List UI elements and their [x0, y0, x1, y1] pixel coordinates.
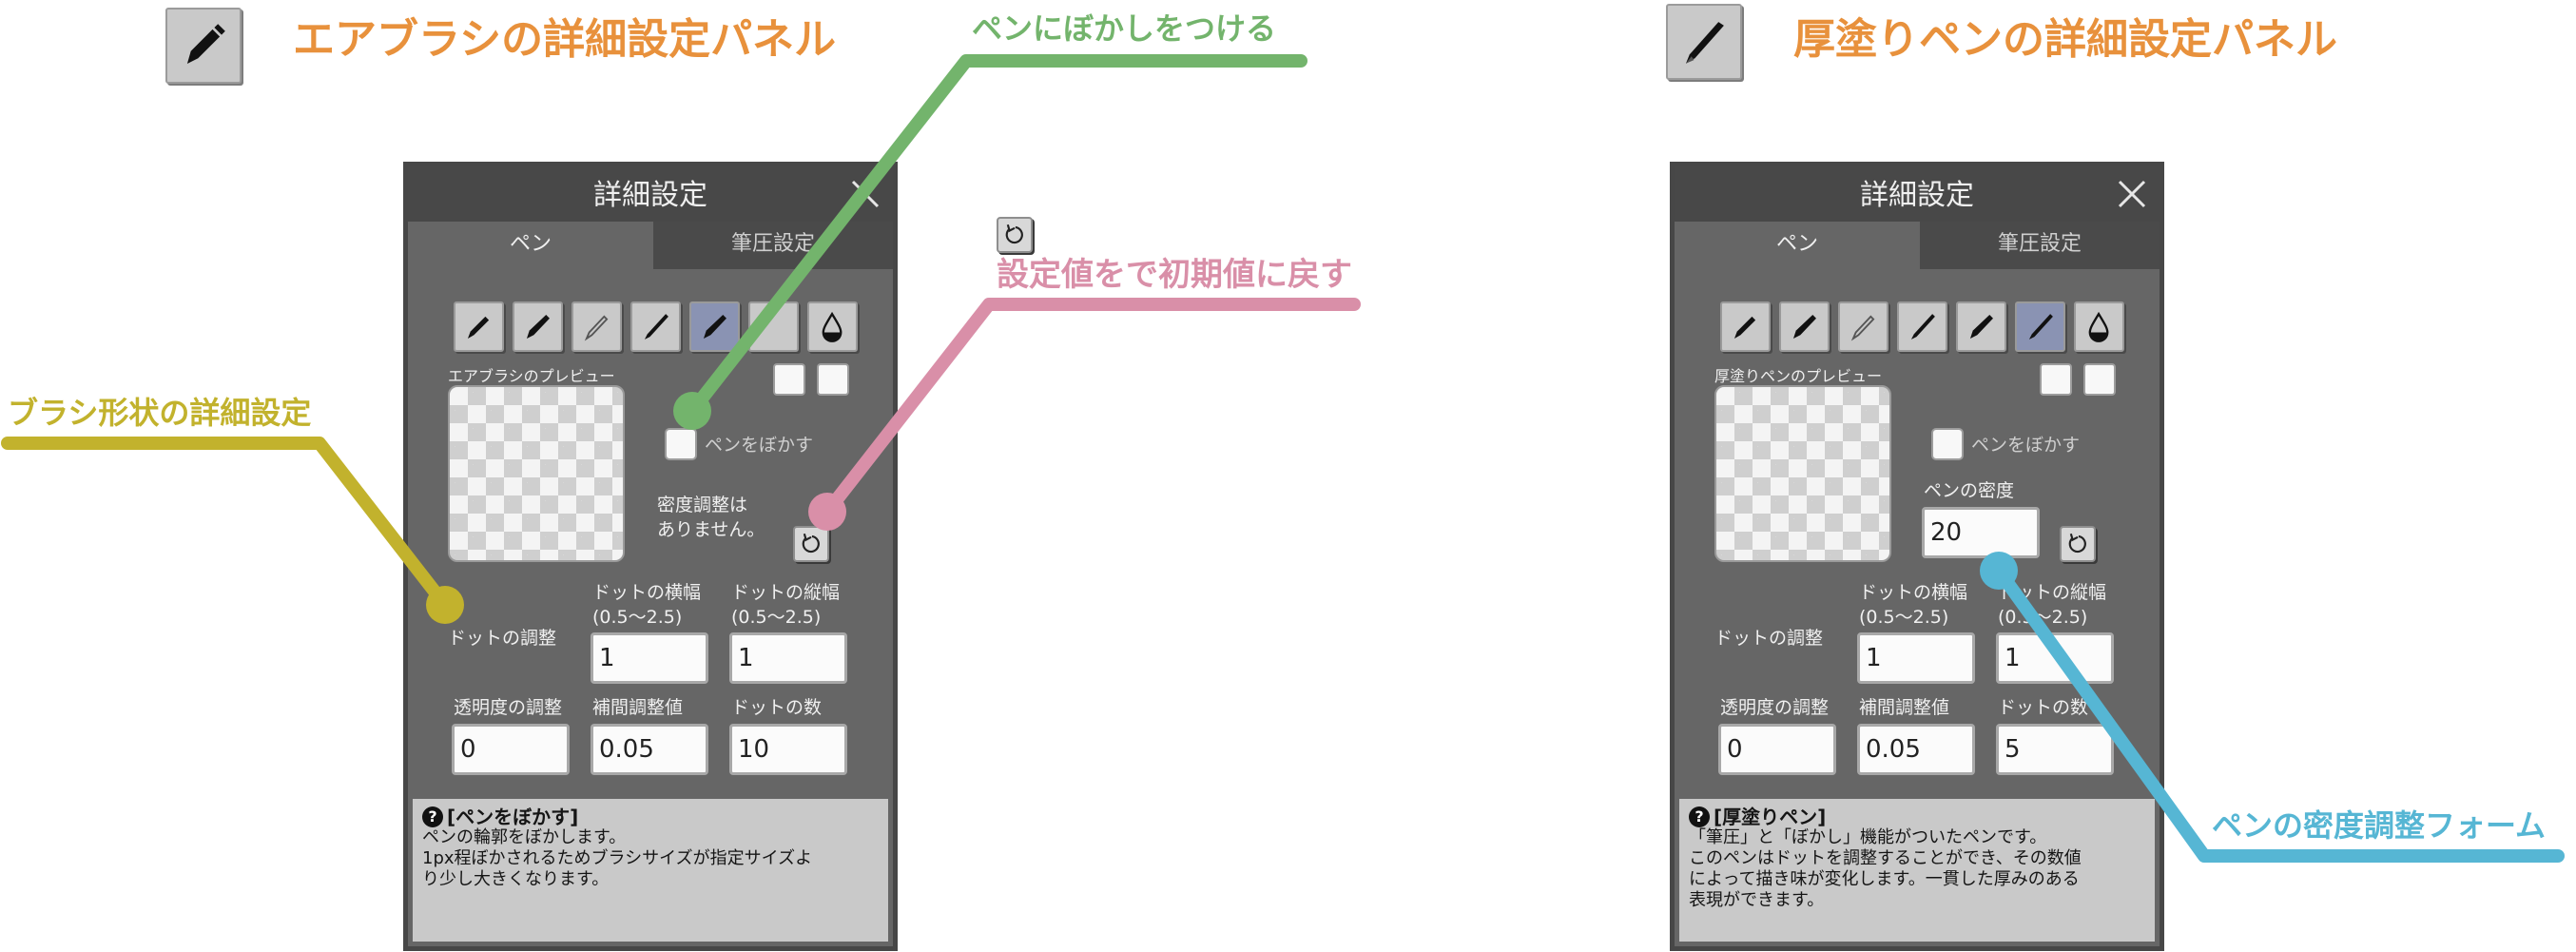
- callout-dot-density-form: [1980, 552, 2018, 590]
- callout-dot-reset: [808, 493, 846, 531]
- callout-lines: [1, 54, 2565, 863]
- annotation-density-form: ペンの密度調整フォーム: [2212, 807, 2547, 844]
- callout-dot-brush-shape: [426, 586, 464, 624]
- callout-dot-blur: [673, 392, 711, 430]
- reset-icon-sample: [997, 217, 1033, 253]
- annotation-blur: ペンにぼかしをつける: [972, 10, 1277, 47]
- callout-line-brush-shape: [1, 437, 452, 612]
- annotation-reset: 設定値をで初期値に戻す: [997, 256, 1352, 294]
- callout-line-reset: [821, 298, 1361, 518]
- annotation-brush-shape: ブラシ形状の詳細設定: [8, 395, 312, 431]
